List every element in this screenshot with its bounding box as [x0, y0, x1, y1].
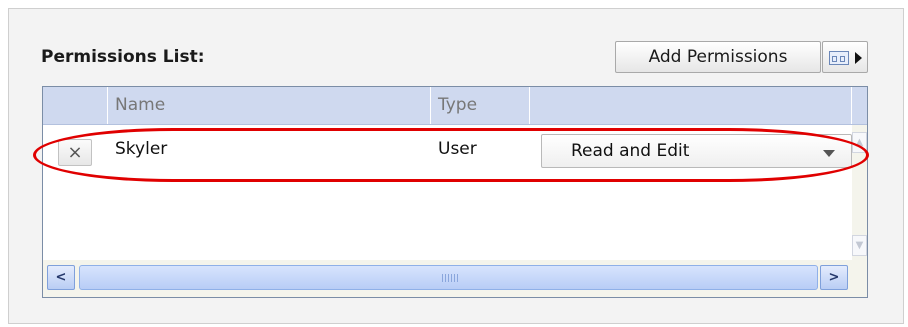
row-name: Skyler [115, 139, 168, 159]
arrow-right-icon [855, 52, 862, 64]
scrollbar-corner [852, 260, 867, 297]
column-chooser-button[interactable] [822, 41, 868, 73]
header-divider [107, 87, 108, 124]
header-select-column [43, 87, 107, 124]
scroll-down-button[interactable]: ▼ [852, 235, 867, 256]
header-divider [529, 87, 530, 124]
header-permission[interactable] [535, 87, 851, 124]
scroll-right-button[interactable]: > [820, 265, 848, 290]
permissions-grid: Name Type × Skyler User Read and Edit ▲ … [42, 86, 868, 298]
scroll-left-button[interactable]: < [47, 265, 75, 290]
row-type: User [438, 139, 477, 159]
scrollbar-thumb[interactable] [79, 265, 818, 290]
close-icon: × [67, 142, 83, 163]
grip-icon [442, 274, 458, 282]
permissions-list-title: Permissions List: [41, 47, 205, 67]
scroll-up-button[interactable]: ▲ [852, 132, 867, 153]
header-divider [430, 87, 431, 124]
table-row[interactable]: × Skyler User Read and Edit [43, 125, 852, 169]
vertical-scrollbar[interactable]: ▲ ▼ [852, 125, 867, 260]
grid-header: Name Type [43, 87, 867, 125]
permission-level-select[interactable]: Read and Edit [541, 134, 852, 168]
columns-icon [829, 51, 849, 65]
chevron-down-icon[interactable] [823, 150, 835, 157]
remove-permission-button[interactable]: × [58, 139, 92, 166]
header-divider [851, 87, 852, 124]
add-permissions-button[interactable]: Add Permissions [615, 41, 821, 73]
permission-level-value: Read and Edit [571, 141, 690, 161]
header-name[interactable]: Name [115, 87, 429, 124]
horizontal-scrollbar[interactable]: < > [43, 260, 852, 297]
header-type[interactable]: Type [438, 87, 528, 124]
